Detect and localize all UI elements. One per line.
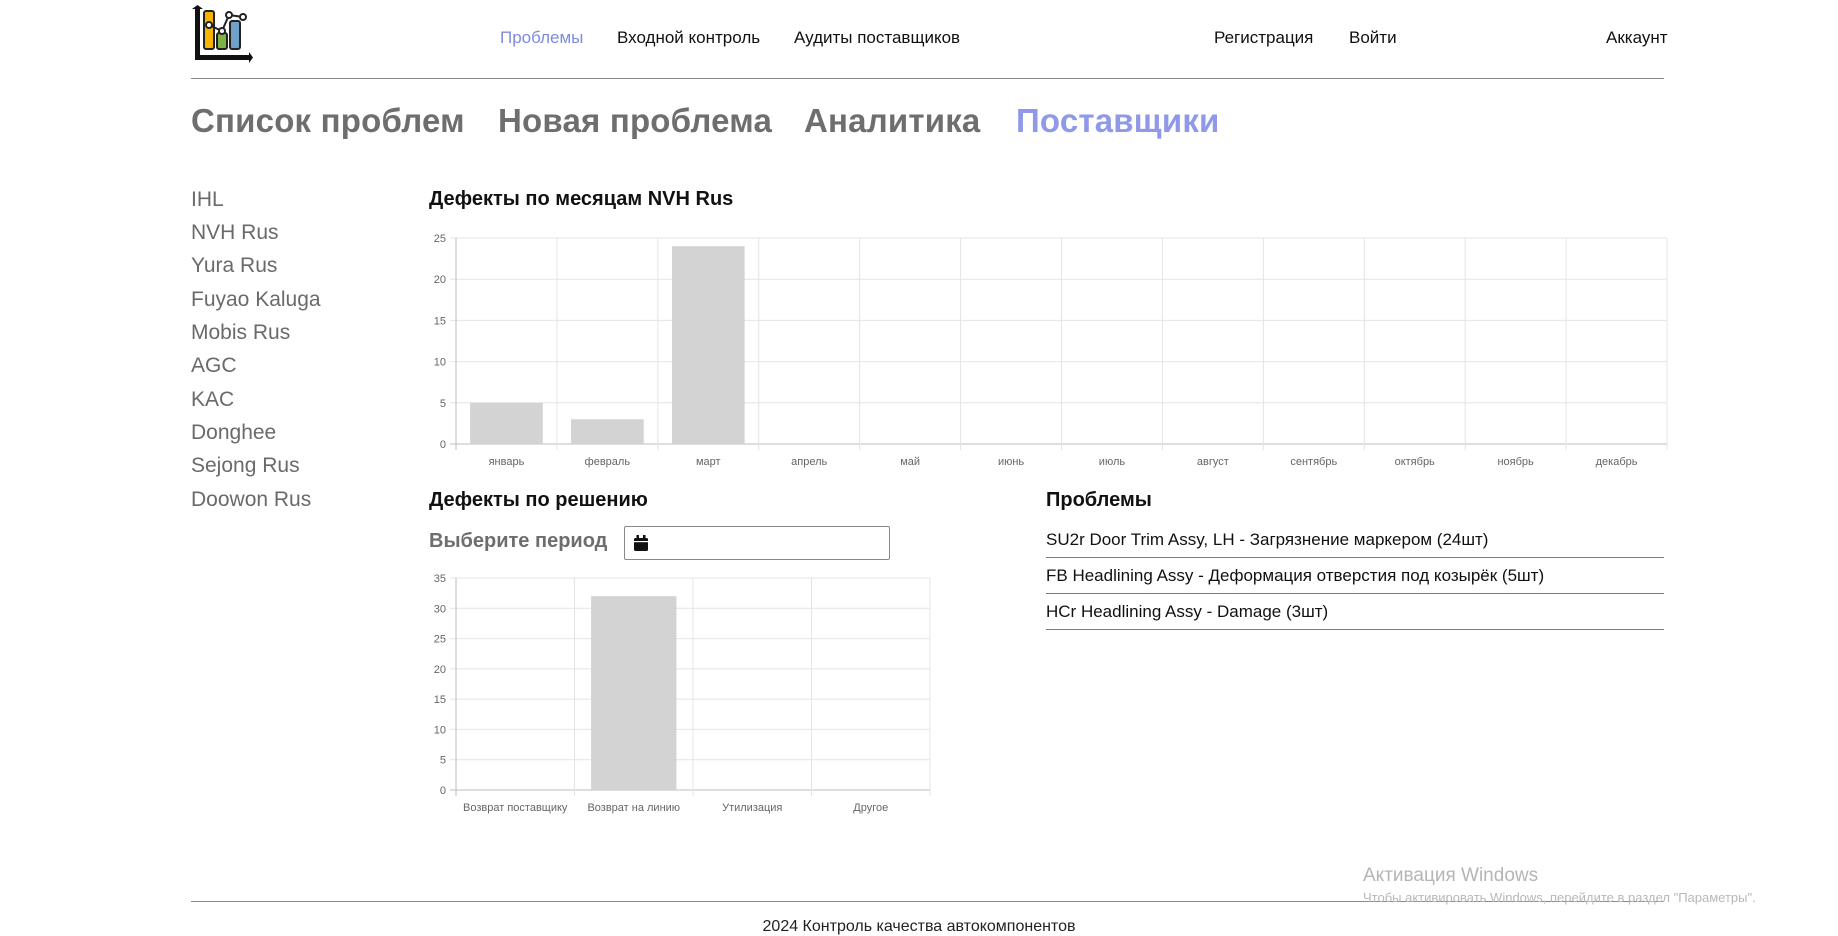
monthly-chart-title: Дефекты по месяцам NVH Rus — [429, 188, 734, 210]
problem-item[interactable]: FB Headlining Assy - Деформация отверсти… — [1046, 561, 1664, 594]
logo-chart-icon[interactable] — [191, 5, 253, 69]
y-tick-label: 5 — [440, 398, 446, 410]
period-label: Выберите период — [429, 530, 608, 552]
x-tick-label: декабрь — [1596, 456, 1638, 468]
x-tick-label: май — [900, 456, 920, 468]
problem-item[interactable]: SU2r Door Trim Assy, LH - Загрязнение ма… — [1046, 525, 1664, 558]
x-tick-label: октябрь — [1395, 456, 1435, 468]
supplier-item-sejong-rus[interactable]: Sejong Rus — [191, 454, 300, 478]
supplier-item-nvh-rus[interactable]: NVH Rus — [191, 221, 279, 245]
x-tick-label: Утилизация — [722, 802, 782, 814]
y-tick-label: 0 — [440, 785, 446, 797]
x-tick-label: июнь — [998, 456, 1024, 468]
y-tick-label: 10 — [434, 357, 446, 369]
footer-text: 2024 Контроль качества автокомпонентов — [762, 918, 1076, 935]
y-tick-label: 20 — [434, 274, 446, 286]
nav-account[interactable]: Аккаунт — [1606, 28, 1668, 48]
supplier-item-fuyao-kaluga[interactable]: Fuyao Kaluga — [191, 288, 321, 312]
supplier-item-doowon-rus[interactable]: Doowon Rus — [191, 488, 311, 512]
decision-chart-title: Дефекты по решению — [429, 489, 648, 511]
nav-supplier-audits[interactable]: Аудиты поставщиков — [794, 28, 960, 48]
y-tick-label: 0 — [440, 439, 446, 451]
y-tick-label: 5 — [440, 755, 446, 767]
chart-bar — [591, 596, 677, 790]
supplier-item-ihl[interactable]: IHL — [191, 188, 224, 212]
y-tick-label: 15 — [434, 694, 446, 706]
problem-item[interactable]: HCr Headlining Assy - Damage (3шт) — [1046, 597, 1664, 630]
x-tick-label: Возврат поставщику — [463, 802, 568, 814]
y-tick-label: 35 — [434, 573, 446, 585]
x-tick-label: февраль — [585, 456, 631, 468]
x-tick-label: август — [1197, 456, 1229, 468]
supplier-item-mobis-rus[interactable]: Mobis Rus — [191, 321, 290, 345]
nav-problems[interactable]: Проблемы — [500, 28, 583, 48]
nav-register[interactable]: Регистрация — [1214, 28, 1313, 48]
tab-analytics[interactable]: Аналитика — [804, 102, 980, 140]
calendar-icon[interactable] — [634, 535, 648, 551]
chart-bar — [571, 419, 644, 444]
y-tick-label: 20 — [434, 664, 446, 676]
x-tick-label: сентябрь — [1290, 456, 1337, 468]
x-tick-label: апрель — [791, 456, 827, 468]
nav-incoming-control[interactable]: Входной контроль — [617, 28, 760, 48]
x-tick-label: Возврат на линию — [587, 802, 680, 814]
y-tick-label: 30 — [434, 603, 446, 615]
monthly-defects-chart: 0 5 10 15 20 25 январь февраль март апрель май июнь… — [434, 233, 1668, 468]
windows-activation-subtitle: Чтобы активировать Windows, перейдите в … — [1363, 890, 1756, 905]
supplier-item-kac[interactable]: KAC — [191, 388, 234, 412]
problems-title: Проблемы — [1046, 489, 1152, 511]
supplier-item-yura-rus[interactable]: Yura Rus — [191, 254, 277, 278]
x-tick-label: июль — [1099, 456, 1126, 468]
windows-activation-title: Активация Windows — [1363, 865, 1539, 886]
header-divider — [191, 78, 1664, 79]
decision-defects-chart: 0 5 10 15 20 25 30 35 Возврат поставщику Возврат … — [434, 573, 931, 814]
y-tick-label: 25 — [434, 634, 446, 646]
y-tick-label: 25 — [434, 233, 446, 245]
tab-suppliers[interactable]: Поставщики — [1016, 102, 1220, 140]
y-tick-label: 10 — [434, 724, 446, 736]
x-tick-label: Другое — [853, 802, 888, 814]
tab-new-problem[interactable]: Новая проблема — [498, 102, 772, 140]
chart-bar — [470, 402, 543, 444]
period-date-input[interactable] — [624, 526, 890, 560]
x-tick-label: ноябрь — [1497, 456, 1534, 468]
chart-bar — [671, 246, 745, 444]
y-tick-label: 15 — [434, 315, 446, 327]
supplier-item-agc[interactable]: AGC — [191, 354, 237, 378]
x-tick-label: март — [696, 456, 721, 468]
tab-problem-list[interactable]: Список проблем — [191, 102, 465, 140]
nav-login[interactable]: Войти — [1349, 28, 1397, 48]
x-tick-label: январь — [489, 456, 525, 468]
supplier-item-donghee[interactable]: Donghee — [191, 421, 276, 445]
